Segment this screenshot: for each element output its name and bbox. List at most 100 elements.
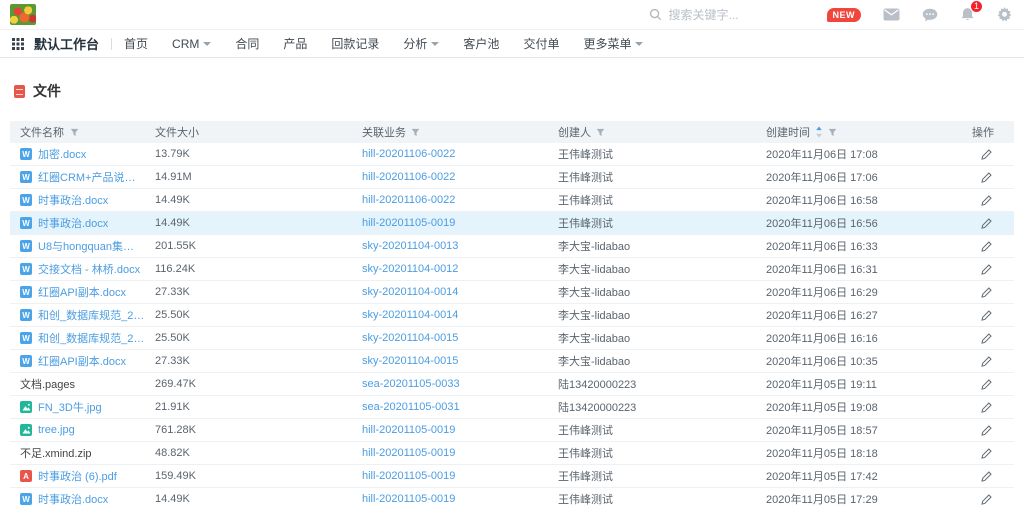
table-row: W红圈CRM+产品说明201901_前端...14.91Mhill-202011… — [10, 166, 1014, 189]
file-name-link[interactable]: 时事政治.docx — [38, 491, 108, 507]
search-box[interactable]: 搜索关键字... — [649, 6, 738, 23]
creator-cell: 李大宝-lidabao — [558, 330, 766, 346]
nav-item-6[interactable]: 分析 — [403, 35, 439, 52]
related-business-link[interactable]: sky-20201104-0014 — [362, 286, 458, 298]
file-size-cell: 14.49K — [145, 217, 362, 229]
edit-pencil-icon[interactable] — [979, 446, 994, 461]
file-name-link[interactable]: tree.jpg — [38, 424, 75, 436]
edit-pencil-icon[interactable] — [979, 262, 994, 277]
file-name-link[interactable]: U8与hongquan集成方案.docx — [38, 238, 145, 254]
file-name-link[interactable]: 红圈API副本.docx — [38, 353, 126, 369]
nav-item-9[interactable]: 更多菜单 — [583, 35, 643, 52]
edit-pencil-icon[interactable] — [979, 400, 994, 415]
image-file-icon — [20, 401, 32, 413]
edit-pencil-icon[interactable] — [979, 331, 994, 346]
file-size-cell: 269.47K — [145, 378, 362, 390]
file-name-cell: 不足.xmind.zip — [10, 445, 145, 461]
created-time-cell: 2020年11月06日 17:08 — [766, 146, 946, 162]
edit-pencil-icon[interactable] — [979, 239, 994, 254]
file-name-link[interactable]: 时事政治 (6).pdf — [38, 468, 117, 484]
related-business-cell: sky-20201104-0014 — [362, 309, 558, 321]
column-header-5: 创建时间 — [766, 124, 946, 140]
edit-pencil-icon[interactable] — [979, 216, 994, 231]
notification-badge: 1 — [970, 0, 983, 13]
file-name-link[interactable]: 时事政治.docx — [38, 192, 108, 208]
apps-grid-icon[interactable] — [12, 38, 24, 50]
table-row: WU8与hongquan集成方案.docx201.55Ksky-20201104… — [10, 235, 1014, 258]
edit-pencil-icon[interactable] — [979, 377, 994, 392]
nav-item-1[interactable]: 首页 — [124, 35, 148, 52]
edit-pencil-icon[interactable] — [979, 469, 994, 484]
file-name-link[interactable]: 时事政治.docx — [38, 215, 108, 231]
word-file-icon: W — [20, 355, 32, 367]
chat-icon[interactable] — [922, 8, 938, 22]
nav-item-4[interactable]: 产品 — [283, 35, 307, 52]
related-business-link[interactable]: sky-20201104-0014 — [362, 309, 458, 321]
workspace-title[interactable]: 默认工作台 — [34, 34, 99, 53]
nav-item-2[interactable]: CRM — [172, 37, 211, 51]
edit-pencil-icon[interactable] — [979, 285, 994, 300]
table-row: tree.jpg761.28Khill-20201105-0019王伟峰测试20… — [10, 419, 1014, 442]
related-business-link[interactable]: sky-20201104-0015 — [362, 332, 458, 344]
settings-gear-icon[interactable] — [997, 7, 1012, 22]
file-name-link[interactable]: 加密.docx — [38, 146, 86, 162]
mail-icon[interactable] — [883, 8, 900, 21]
edit-pencil-icon[interactable] — [979, 354, 994, 369]
edit-pencil-icon[interactable] — [979, 492, 994, 507]
file-name-cell: W交接文档 - 林桥.docx — [10, 261, 145, 277]
file-size-cell: 25.50K — [145, 309, 362, 321]
filter-icon[interactable] — [828, 128, 837, 137]
related-business-link[interactable]: hill-20201105-0019 — [362, 424, 455, 436]
related-business-link[interactable]: hill-20201105-0019 — [362, 447, 455, 459]
table-row: W时事政治.docx14.49Khill-20201105-0019王伟峰测试2… — [10, 488, 1014, 507]
created-time-cell: 2020年11月06日 16:58 — [766, 192, 946, 208]
pdf-file-icon: A — [20, 470, 32, 482]
filter-icon[interactable] — [411, 128, 420, 137]
related-business-link[interactable]: sky-20201104-0013 — [362, 240, 458, 252]
related-business-link[interactable]: hill-20201105-0019 — [362, 217, 455, 229]
related-business-link[interactable]: hill-20201106-0022 — [362, 194, 455, 206]
related-business-link[interactable]: hill-20201105-0019 — [362, 493, 455, 505]
edit-pencil-icon[interactable] — [979, 193, 994, 208]
related-business-link[interactable]: hill-20201106-0022 — [362, 171, 455, 183]
word-file-icon: W — [20, 286, 32, 298]
content-area: 文件 文件名称文件大小关联业务创建人创建时间操作 W加密.docx13.79Kh… — [0, 81, 1024, 507]
related-business-cell: hill-20201106-0022 — [362, 148, 558, 160]
creator-cell: 李大宝-lidabao — [558, 307, 766, 323]
nav-item-3[interactable]: 合同 — [235, 35, 259, 52]
file-name-link[interactable]: FN_3D牛.jpg — [38, 399, 102, 415]
sort-icon[interactable] — [815, 126, 823, 138]
column-header-6: 操作 — [946, 124, 1014, 140]
action-cell — [946, 262, 1014, 277]
nav-item-label: 交付单 — [523, 35, 559, 52]
nav-item-7[interactable]: 客户池 — [463, 35, 499, 52]
topbar: 搜索关键字... NEW 1 — [0, 0, 1024, 30]
edit-pencil-icon[interactable] — [979, 308, 994, 323]
related-business-link[interactable]: sky-20201104-0015 — [362, 355, 458, 367]
filter-icon[interactable] — [596, 128, 605, 137]
table-row: W加密.docx13.79Khill-20201106-0022王伟峰测试202… — [10, 143, 1014, 166]
related-business-link[interactable]: sky-20201104-0012 — [362, 263, 458, 275]
related-business-link[interactable]: hill-20201105-0019 — [362, 470, 455, 482]
bell-icon[interactable]: 1 — [960, 7, 975, 22]
file-name-link[interactable]: 红圈API副本.docx — [38, 284, 126, 300]
file-name-link[interactable]: 和创_数据库规范_20171124.doc — [38, 330, 145, 346]
app-logo[interactable] — [10, 4, 36, 25]
nav-item-5[interactable]: 回款记录 — [331, 35, 379, 52]
related-business-link[interactable]: sea-20201105-0033 — [362, 378, 460, 390]
file-name-link[interactable]: 红圈CRM+产品说明201901_前端... — [38, 169, 145, 185]
filter-icon[interactable] — [70, 128, 79, 137]
column-label: 文件大小 — [155, 124, 199, 140]
nav-item-label: 更多菜单 — [583, 35, 631, 52]
edit-pencil-icon[interactable] — [979, 147, 994, 162]
edit-pencil-icon[interactable] — [979, 423, 994, 438]
related-business-link[interactable]: sea-20201105-0031 — [362, 401, 460, 413]
nav-item-label: 首页 — [124, 35, 148, 52]
file-name-link[interactable]: 和创_数据库规范_20171124.doc — [38, 307, 145, 323]
nav-divider — [111, 38, 112, 50]
nav-item-8[interactable]: 交付单 — [523, 35, 559, 52]
related-business-link[interactable]: hill-20201106-0022 — [362, 148, 455, 160]
edit-pencil-icon[interactable] — [979, 170, 994, 185]
file-name-link[interactable]: 交接文档 - 林桥.docx — [38, 261, 140, 277]
related-business-cell: hill-20201105-0019 — [362, 217, 558, 229]
